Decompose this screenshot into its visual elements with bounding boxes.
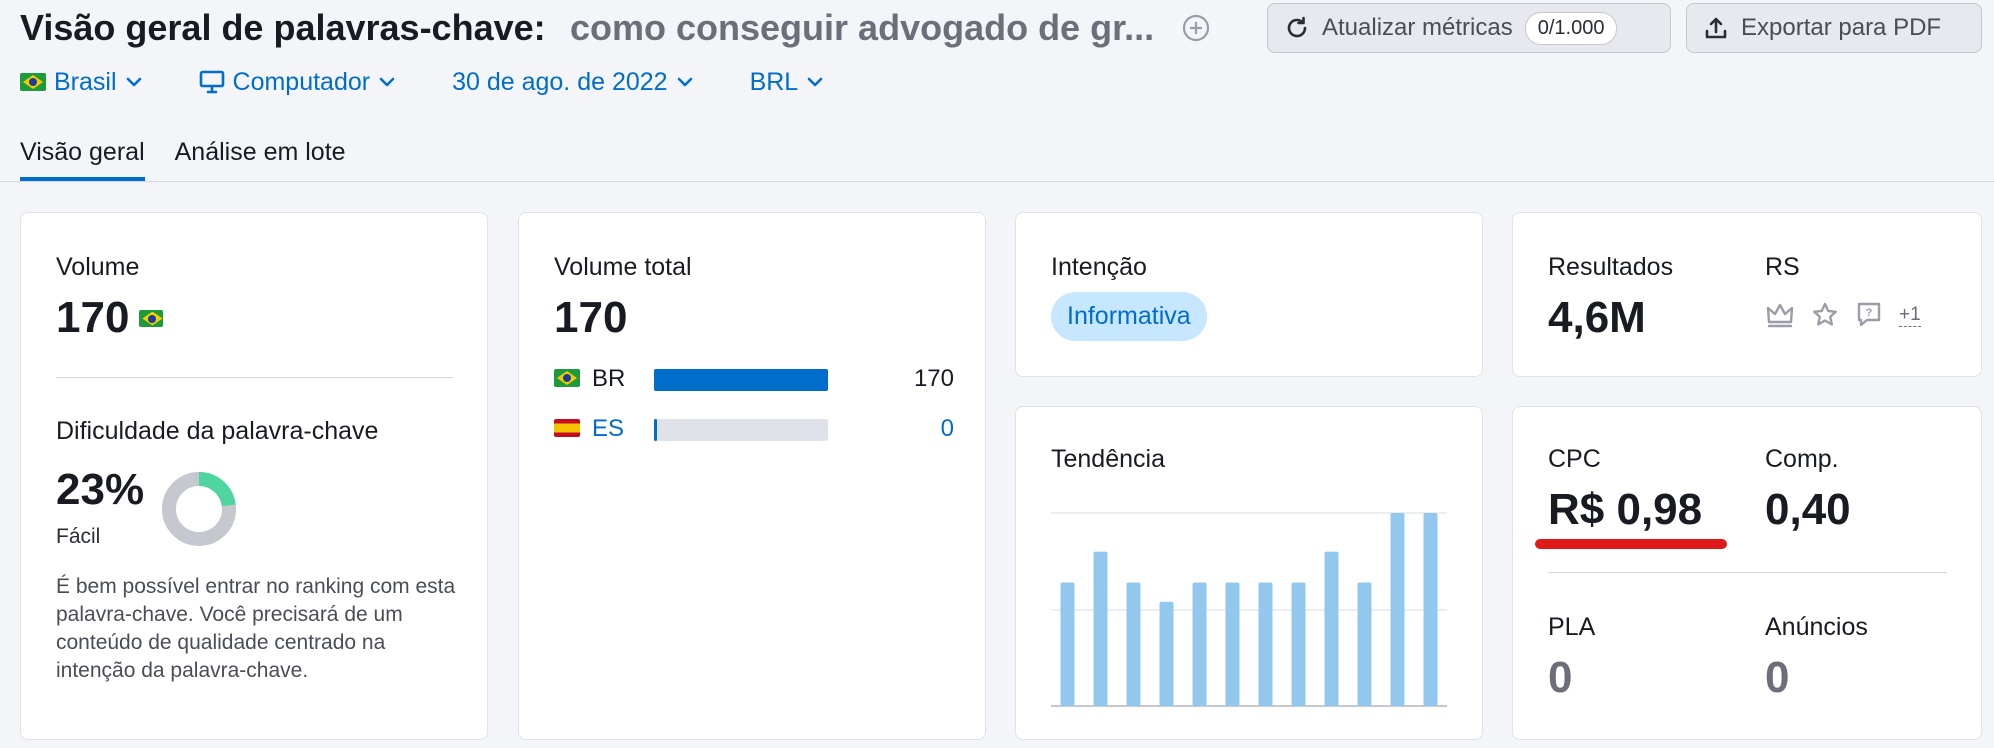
- serp-features-icons: ? +1: [1765, 301, 1921, 329]
- trend-bar[interactable]: [1291, 582, 1306, 707]
- serp-features-label: RS: [1765, 253, 1800, 281]
- competition-value: 0,40: [1765, 485, 1851, 534]
- total-volume-card: Volume total 170 BR 170 ES 0: [518, 212, 986, 740]
- chevron-down-icon: [677, 77, 692, 87]
- country-value-es[interactable]: 0: [941, 415, 954, 443]
- cpc-value: R$ 0,98: [1548, 485, 1703, 534]
- brazil-flag-icon: [20, 73, 46, 91]
- refresh-metrics-button[interactable]: Atualizar métricas 0/1.000: [1267, 3, 1671, 53]
- volume-bar-br: [654, 369, 828, 391]
- cpc-label: CPC: [1548, 445, 1601, 473]
- results-value: 4,6M: [1548, 293, 1646, 342]
- refresh-icon: [1287, 16, 1307, 38]
- currency-label: BRL: [749, 67, 799, 96]
- refresh-metrics-label: Atualizar métricas: [1322, 14, 1513, 41]
- pla-value: 0: [1548, 653, 1573, 702]
- trend-bar[interactable]: [1060, 582, 1075, 707]
- trend-bar[interactable]: [1093, 551, 1108, 706]
- country-value-br: 170: [913, 365, 954, 392]
- volume-card: Volume 170 Dificuldade da palavra-chave …: [20, 212, 488, 740]
- trend-bar[interactable]: [1324, 551, 1339, 706]
- ads-label: Anúncios: [1765, 613, 1868, 641]
- tabs-divider: [0, 181, 1994, 182]
- country-row-es: ES 0: [554, 415, 954, 445]
- intent-label: Intenção: [1051, 253, 1147, 281]
- volume-label: Volume: [56, 253, 140, 281]
- export-pdf-label: Exportar para PDF: [1741, 14, 1942, 41]
- filters-bar: Brasil Computador 30 de ago. de 2022 BRL: [20, 64, 880, 100]
- tabs-bar: Visão geral Análise em lote: [20, 138, 346, 181]
- intent-card: Intenção Informativa: [1015, 212, 1483, 377]
- chevron-down-icon: [807, 77, 823, 87]
- competition-label: Comp.: [1765, 445, 1839, 473]
- trend-chart: [1051, 512, 1447, 707]
- trend-bar[interactable]: [1192, 582, 1207, 707]
- svg-text:?: ?: [1866, 307, 1873, 319]
- cpc-highlight-underline: [1535, 539, 1727, 549]
- upload-icon: [1705, 17, 1727, 39]
- date-label: 30 de ago. de 2022: [452, 67, 668, 96]
- add-keyword-icon[interactable]: [1180, 12, 1212, 44]
- chevron-down-icon: [126, 77, 141, 87]
- country-row-br: BR 170: [554, 365, 954, 395]
- star-icon[interactable]: [1811, 301, 1839, 329]
- page-title: Visão geral de palavras-chave:: [20, 7, 546, 48]
- device-label: Computador: [232, 67, 371, 96]
- volume-bar-fill-br: [654, 369, 828, 391]
- country-label: Brasil: [54, 67, 117, 96]
- serp-more-count[interactable]: +1: [1899, 304, 1921, 327]
- brazil-flag-icon: [554, 369, 580, 387]
- refresh-count-badge: 0/1.000: [1524, 11, 1618, 45]
- country-filter[interactable]: Brasil: [20, 68, 143, 97]
- keyword-title: como conseguir advogado de gr...: [570, 8, 1155, 48]
- trend-bar[interactable]: [1225, 582, 1240, 707]
- intent-badge: Informativa: [1051, 292, 1207, 341]
- country-code-br: BR: [592, 365, 626, 392]
- device-filter[interactable]: Computador: [199, 68, 397, 97]
- date-filter[interactable]: 30 de ago. de 2022: [452, 68, 693, 97]
- kd-label: Dificuldade da palavra-chave: [56, 417, 379, 445]
- kd-value: 23%: [56, 465, 145, 514]
- volume-bar-es: [654, 419, 828, 441]
- trend-bar[interactable]: [1258, 582, 1273, 707]
- cpc-card: CPC R$ 0,98 Comp. 0,40 PLA 0 Anúncios 0: [1512, 406, 1982, 740]
- volume-bar-fill-es: [654, 419, 658, 441]
- trend-bar[interactable]: [1126, 582, 1141, 707]
- trend-bar[interactable]: [1423, 513, 1438, 706]
- tab-batch-analysis[interactable]: Análise em lote: [175, 138, 346, 181]
- total-volume-value: 170: [554, 293, 628, 342]
- trend-card: Tendência: [1015, 406, 1483, 740]
- volume-value: 170: [56, 293, 130, 342]
- brazil-flag-icon: [139, 309, 164, 327]
- desktop-icon: [199, 70, 224, 94]
- total-volume-label: Volume total: [554, 253, 692, 281]
- trend-bar[interactable]: [1159, 601, 1174, 706]
- chevron-down-icon: [379, 77, 395, 87]
- volume-divider: [56, 377, 453, 378]
- tab-overview[interactable]: Visão geral: [20, 138, 145, 181]
- kd-donut-chart: [162, 472, 236, 546]
- cpc-divider: [1548, 572, 1947, 573]
- ads-value: 0: [1765, 653, 1790, 702]
- pla-label: PLA: [1548, 613, 1596, 641]
- spain-flag-icon: [554, 419, 580, 437]
- results-card: Resultados 4,6M RS ? +1: [1512, 212, 1982, 377]
- currency-filter[interactable]: BRL: [750, 68, 825, 97]
- trend-label: Tendência: [1051, 445, 1165, 473]
- export-pdf-button[interactable]: Exportar para PDF: [1686, 3, 1982, 53]
- kd-level: Fácil: [56, 525, 101, 548]
- kd-description: É bem possível entrar no ranking com est…: [56, 575, 456, 682]
- crown-icon[interactable]: [1765, 301, 1795, 329]
- results-label: Resultados: [1548, 253, 1674, 281]
- trend-bar[interactable]: [1390, 513, 1405, 706]
- country-code-es[interactable]: ES: [592, 415, 624, 443]
- trend-bar[interactable]: [1357, 582, 1372, 707]
- question-bubble-icon[interactable]: ?: [1855, 301, 1883, 329]
